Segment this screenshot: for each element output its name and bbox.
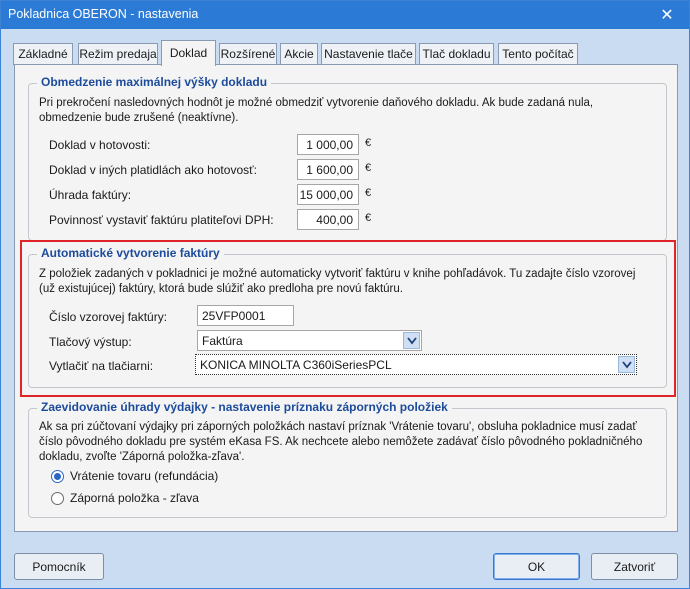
invoice-payment-limit-input[interactable]: 15 000,00 xyxy=(297,184,359,205)
close-icon: ✕ xyxy=(660,7,674,24)
other-payment-limit-unit: € xyxy=(365,162,372,174)
refund-discount-radio[interactable] xyxy=(51,491,64,505)
close-window-button[interactable]: ✕ xyxy=(645,1,689,29)
limits-group-title: Obmedzenie maximálnej výšky dokladu xyxy=(37,75,272,89)
close-button[interactable]: Zatvoriť xyxy=(591,553,678,580)
refund-group-title: Zaevidovanie úhrady výdajky - nastavenie… xyxy=(37,400,452,414)
ok-button[interactable]: OK xyxy=(493,553,580,580)
cash-limit-unit: € xyxy=(365,137,372,149)
title-bar: Pokladnica OBERON - nastavenia ✕ xyxy=(1,1,689,29)
tab-tlac-dokladu[interactable]: Tlač dokladu xyxy=(419,43,494,65)
refund-discount-label: Záporná položka - zľava xyxy=(70,491,199,505)
refund-description: Ak sa pri zúčtovaní výdajky pri zápornýc… xyxy=(39,421,643,463)
other-payment-limit-label: Doklad v iných platidlách ako hotovosť: xyxy=(49,163,257,177)
tab-akcie[interactable]: Akcie xyxy=(280,43,318,65)
refund-discount-option[interactable]: Záporná položka - zľava xyxy=(51,491,199,505)
vat-invoice-limit-input[interactable]: 400,00 xyxy=(297,209,359,230)
refund-return-radio[interactable] xyxy=(51,469,64,483)
tab-doklad[interactable]: Doklad xyxy=(161,40,216,66)
vat-invoice-limit-unit: € xyxy=(365,212,372,224)
limits-group: Obmedzenie maximálnej výšky dokladu Pri … xyxy=(28,75,667,241)
tab-rozsirene[interactable]: Rozšírené xyxy=(219,43,277,65)
window-title: Pokladnica OBERON - nastavenia xyxy=(8,7,199,21)
tab-zakladne[interactable]: Základné xyxy=(13,43,73,65)
refund-return-label: Vrátenie tovaru (refundácia) xyxy=(70,469,219,483)
tab-nastavenie-tlace[interactable]: Nastavenie tlače xyxy=(321,43,416,65)
cash-limit-input[interactable]: 1 000,00 xyxy=(297,134,359,155)
invoice-payment-limit-unit: € xyxy=(365,187,372,199)
cash-limit-label: Doklad v hotovosti: xyxy=(49,138,151,152)
help-button[interactable]: Pomocník xyxy=(14,553,104,580)
limits-description: Pri prekročení nasledovných hodnôt je mo… xyxy=(39,97,594,124)
tab-tento-pocitac[interactable]: Tento počítač xyxy=(498,43,578,65)
vat-invoice-limit-label: Povinnosť vystaviť faktúru platiteľovi D… xyxy=(49,213,274,227)
refund-group: Zaevidovanie úhrady výdajky - nastavenie… xyxy=(28,400,667,518)
other-payment-limit-input[interactable]: 1 600,00 xyxy=(297,159,359,180)
invoice-payment-limit-label: Úhrada faktúry: xyxy=(49,188,132,202)
tab-rezim-predaja[interactable]: Režim predaja xyxy=(78,43,158,65)
refund-return-option[interactable]: Vrátenie tovaru (refundácia) xyxy=(51,469,218,483)
highlight-box xyxy=(20,240,676,397)
settings-window: Pokladnica OBERON - nastavenia ✕ Základn… xyxy=(0,0,690,589)
